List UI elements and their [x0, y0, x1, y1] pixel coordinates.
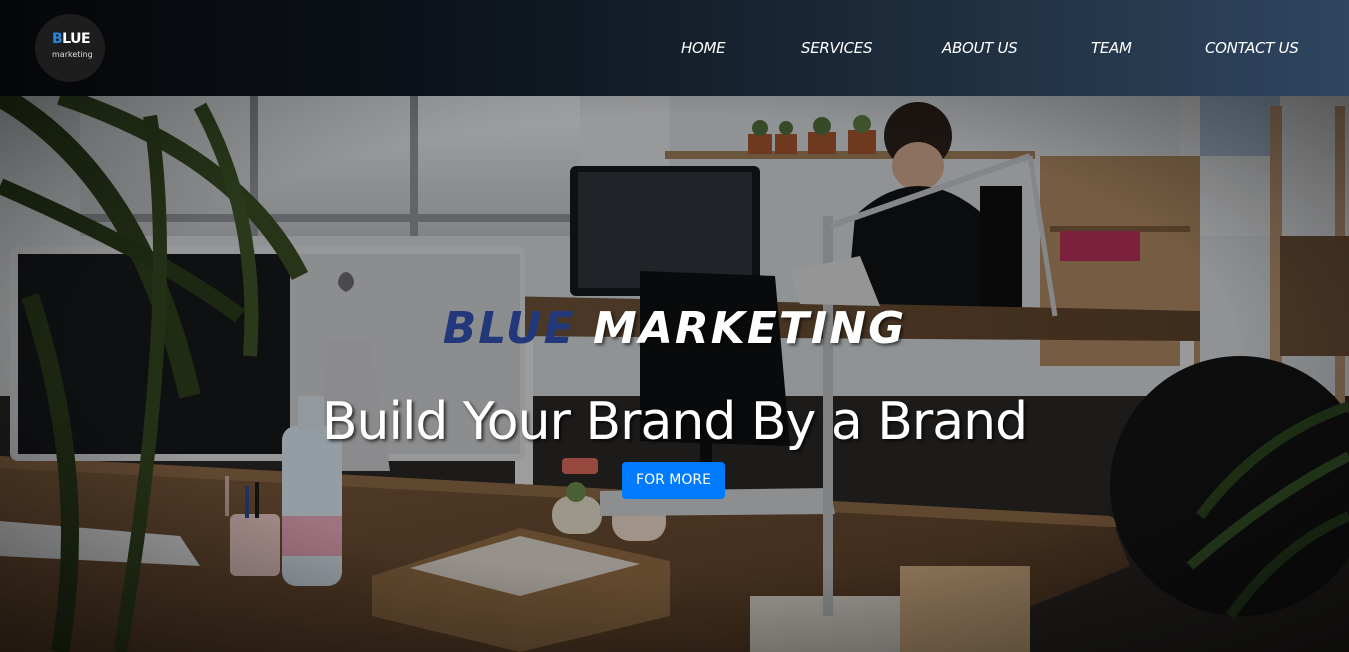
hero-brand-heading: BLUE MARKETING — [0, 301, 1349, 357]
navbar: BLUE marketing HOME SERVICES ABOUT US TE… — [0, 0, 1349, 96]
hero-dark-overlay — [0, 96, 1349, 652]
nav-contact-link[interactable]: CONTACT US — [1205, 37, 1299, 59]
logo-subtitle: marketing — [52, 50, 93, 59]
nav-about-link[interactable]: ABOUT US — [942, 37, 1018, 59]
brand-logo[interactable]: BLUE marketing — [35, 14, 105, 82]
hero-brand-marketing: MARKETING — [593, 303, 907, 354]
hero-tagline: Build Your Brand By a Brand — [321, 392, 1028, 452]
logo-letter-b: B — [52, 31, 63, 47]
nav-team-link[interactable]: TEAM — [1091, 37, 1132, 59]
logo-letters: LUE — [62, 31, 91, 47]
hero-brand-blue: BLUE — [442, 303, 576, 354]
page: BLUE marketing HOME SERVICES ABOUT US TE… — [0, 0, 1349, 652]
for-more-button[interactable]: FOR MORE — [622, 462, 725, 499]
hero-section: BLUE MARKETING Build Your Brand By a Bra… — [0, 96, 1349, 652]
nav-home-link[interactable]: HOME — [681, 37, 726, 59]
logo-wordmark: BLUE — [52, 31, 91, 47]
nav-services-link[interactable]: SERVICES — [801, 37, 872, 59]
